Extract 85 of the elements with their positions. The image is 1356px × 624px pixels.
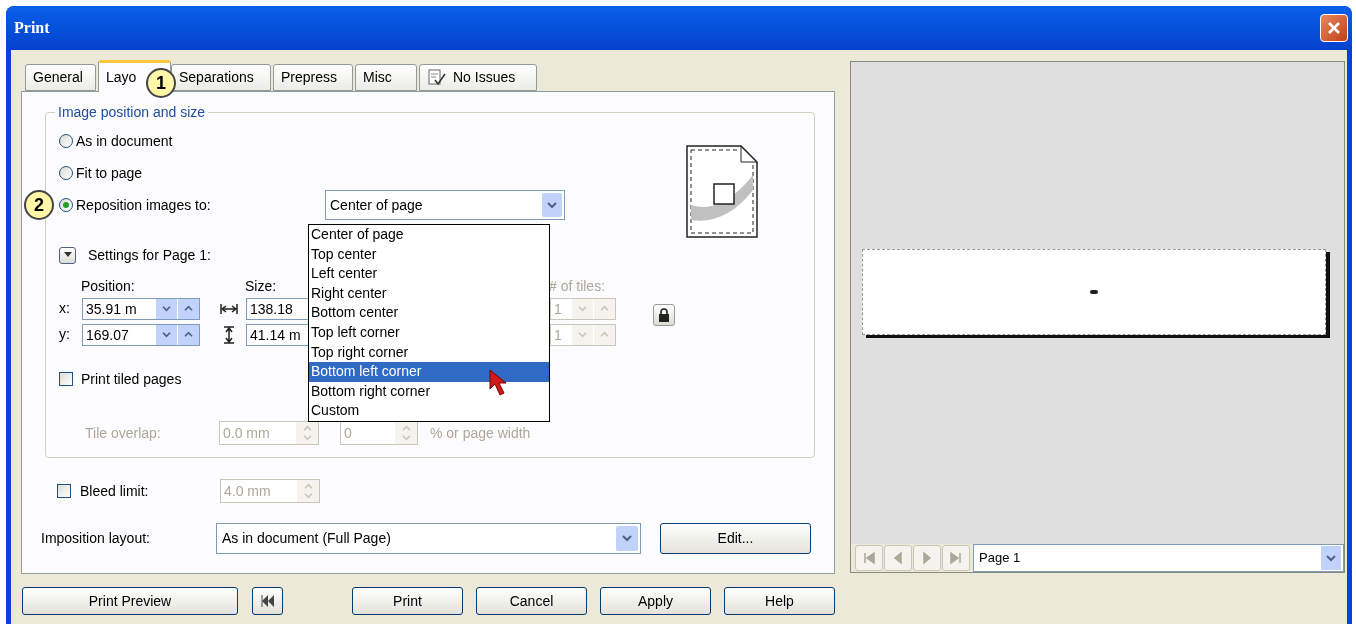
rewind-button[interactable] xyxy=(252,587,283,615)
next-page-button[interactable] xyxy=(913,545,941,571)
first-page-button[interactable] xyxy=(855,545,883,571)
chevron-down-icon xyxy=(547,201,557,209)
tile-overlap-label: Tile overlap: xyxy=(85,423,162,443)
page-position-icon xyxy=(686,145,758,238)
chevron-up-icon xyxy=(184,305,193,312)
first-page-icon xyxy=(862,551,876,565)
dialog-button[interactable]: Help xyxy=(724,587,835,615)
radio-button[interactable] xyxy=(59,198,73,212)
expand-toggle[interactable] xyxy=(59,246,76,264)
dialog-button[interactable]: Apply xyxy=(600,587,711,615)
size-label: Size: xyxy=(245,277,277,294)
position-field[interactable]: 35.91 m xyxy=(82,297,200,320)
dialog-button[interactable]: Print xyxy=(352,587,463,615)
spin-up-button[interactable] xyxy=(177,324,199,345)
dropdown-option[interactable]: Bottom left corner xyxy=(309,362,549,382)
lock-button[interactable] xyxy=(653,304,675,326)
percent-label: % or page width xyxy=(430,423,531,443)
spin-up-button[interactable] xyxy=(177,298,199,319)
chevron-up-icon xyxy=(184,331,193,338)
dropdown-option[interactable]: Custom xyxy=(309,401,549,421)
checkbox-label[interactable]: Print tiled pages xyxy=(81,368,182,390)
lock-icon xyxy=(658,308,670,322)
chevron-down-icon xyxy=(1326,554,1336,562)
position-field[interactable]: 169.07 xyxy=(82,323,200,346)
chevron-down-icon xyxy=(578,305,587,312)
chevron-up-icon xyxy=(303,483,313,490)
tab[interactable]: Misc xyxy=(355,64,417,91)
height-icon xyxy=(224,325,234,344)
group-title: Image position and size xyxy=(55,103,209,121)
settings-label: Settings for Page 1: xyxy=(88,245,211,265)
double-left-arrow-icon xyxy=(260,595,275,607)
checked-document-icon xyxy=(427,68,447,87)
chevron-down-icon xyxy=(401,434,411,441)
previous-page-button[interactable] xyxy=(884,545,912,571)
tab[interactable]: Layo xyxy=(98,60,148,92)
coordinate-label: x: xyxy=(59,299,71,318)
edit-button[interactable]: Edit... xyxy=(660,523,811,554)
radio-button[interactable] xyxy=(59,166,73,180)
radio-label[interactable]: Reposition images to: xyxy=(76,194,322,216)
radio-button[interactable] xyxy=(59,134,73,148)
chevron-down-icon xyxy=(578,331,587,338)
dropdown-button[interactable] xyxy=(1321,546,1341,570)
dropdown-option[interactable]: Left center xyxy=(309,264,549,284)
tab[interactable]: No Issues xyxy=(419,64,537,91)
chevron-down-icon xyxy=(302,434,312,441)
chevron-up-icon xyxy=(600,305,609,312)
close-icon xyxy=(1327,21,1341,35)
dropdown-button[interactable] xyxy=(616,526,638,551)
triangle-left-icon xyxy=(891,551,905,565)
close-button[interactable] xyxy=(1320,14,1348,42)
chevron-down-icon xyxy=(162,331,171,338)
chevron-down-icon xyxy=(622,535,632,542)
last-page-icon xyxy=(949,551,963,565)
chevron-up-icon xyxy=(302,425,312,432)
imposition-combo[interactable]: As in document (Full Page) xyxy=(216,523,641,554)
spin-down-button[interactable] xyxy=(155,298,177,319)
triangle-down-icon xyxy=(63,251,72,259)
tab[interactable]: Separations xyxy=(171,64,271,91)
last-page-button[interactable] xyxy=(942,545,970,571)
triangle-right-icon xyxy=(920,551,934,565)
spin-down-button[interactable] xyxy=(155,324,177,345)
dropdown-option[interactable]: Center of page xyxy=(309,225,549,245)
dropdown-option[interactable]: Top center xyxy=(309,244,549,265)
position-label: Position: xyxy=(81,276,136,296)
window-title: Print xyxy=(14,18,50,38)
dialog-button[interactable]: Cancel xyxy=(476,587,587,615)
checkbox[interactable] xyxy=(59,372,73,386)
imposition-label: Imposition layout: xyxy=(41,529,151,548)
chevron-down-icon xyxy=(303,492,313,499)
chevron-up-icon xyxy=(600,331,609,338)
radio-label[interactable]: As in document xyxy=(76,130,173,152)
dialog-button[interactable]: Print Preview xyxy=(22,587,238,615)
chevron-down-icon xyxy=(162,305,171,312)
coordinate-label: y: xyxy=(59,325,71,344)
page-select[interactable]: Page 1 xyxy=(973,544,1344,572)
dropdown-button[interactable] xyxy=(542,193,562,217)
tab[interactable]: General xyxy=(25,64,96,91)
tab[interactable]: Prepress xyxy=(273,64,353,91)
width-icon xyxy=(220,303,238,314)
radio-label[interactable]: Fit to page xyxy=(76,162,143,184)
reposition-combo[interactable]: Center of page xyxy=(325,190,565,220)
dropdown-option[interactable]: Bottom right corner xyxy=(309,381,549,402)
chevron-up-icon xyxy=(401,425,411,432)
